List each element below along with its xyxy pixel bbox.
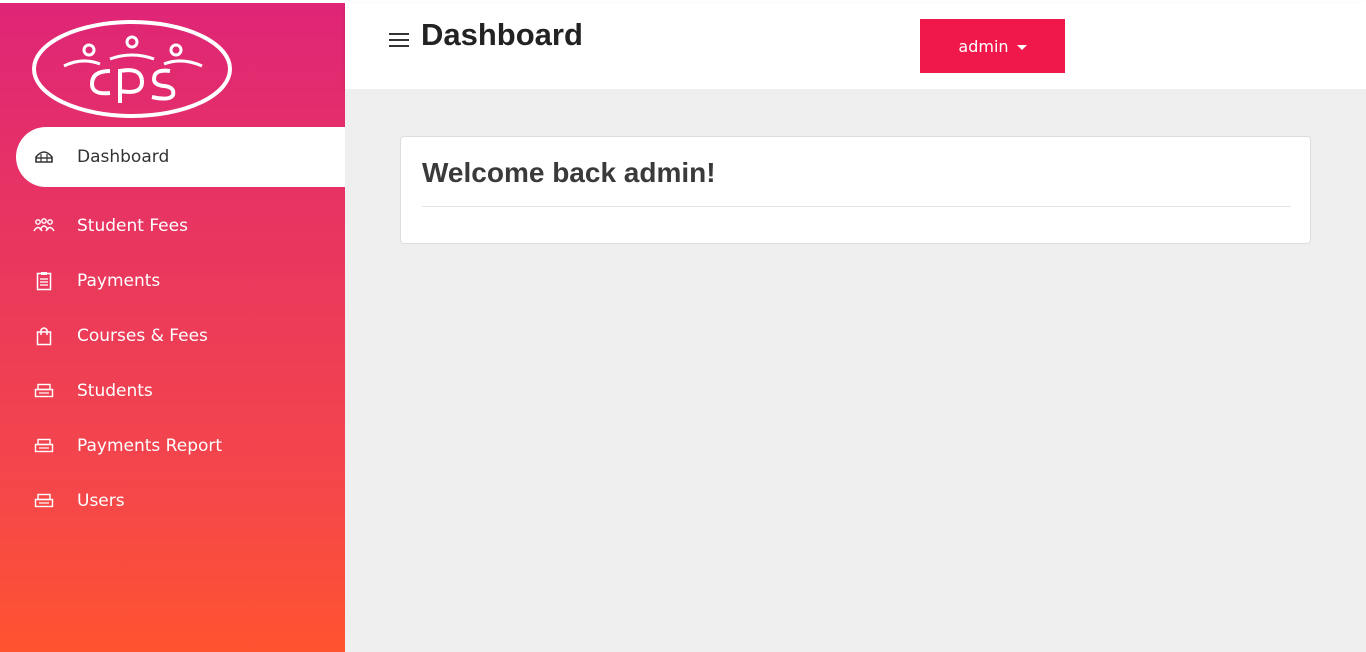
user-menu-button[interactable]: admin — [920, 19, 1065, 73]
welcome-card: Welcome back admin! — [400, 136, 1311, 244]
top-header: Dashboard admin — [345, 3, 1366, 89]
printer-icon — [33, 490, 55, 512]
sidebar-item-label: Payments — [77, 270, 161, 291]
sidebar-item-users[interactable]: Users — [0, 473, 345, 528]
sidebar-item-payments-report[interactable]: Payments Report — [0, 418, 345, 473]
users-group-icon — [33, 215, 55, 237]
divider — [422, 206, 1291, 207]
sidebar-item-dashboard[interactable]: Dashboard — [16, 127, 345, 187]
sidebar-item-label: Students — [77, 380, 153, 401]
sidebar-item-label: Payments Report — [77, 435, 223, 456]
sidebar-item-label: Users — [77, 490, 125, 511]
welcome-message: Welcome back admin! — [422, 157, 716, 188]
cps-logo-icon — [32, 20, 232, 118]
sidebar-item-label: Dashboard — [77, 147, 170, 167]
sidebar-nav: Dashboard Student Fees Payments Courses … — [0, 127, 345, 528]
user-menu-label: admin — [958, 36, 1009, 56]
printer-icon — [33, 435, 55, 457]
sidebar-item-label: Student Fees — [77, 215, 188, 236]
main-content: Welcome back admin! — [345, 89, 1366, 652]
shopping-bag-icon — [33, 325, 55, 347]
sidebar-item-student-fees[interactable]: Student Fees — [0, 198, 345, 253]
printer-icon — [33, 380, 55, 402]
sidebar-item-students[interactable]: Students — [0, 363, 345, 418]
sidebar-item-payments[interactable]: Payments — [0, 253, 345, 308]
sidebar: Dashboard Student Fees Payments Courses … — [0, 3, 345, 652]
sidebar-item-courses-fees[interactable]: Courses & Fees — [0, 308, 345, 363]
hamburger-icon[interactable] — [388, 30, 410, 50]
clipboard-icon — [33, 270, 55, 292]
dashboard-icon — [33, 146, 55, 168]
page-title: Dashboard — [421, 17, 583, 52]
caret-down-icon — [1016, 44, 1027, 50]
sidebar-item-label: Courses & Fees — [77, 325, 208, 346]
logo[interactable] — [32, 19, 232, 119]
